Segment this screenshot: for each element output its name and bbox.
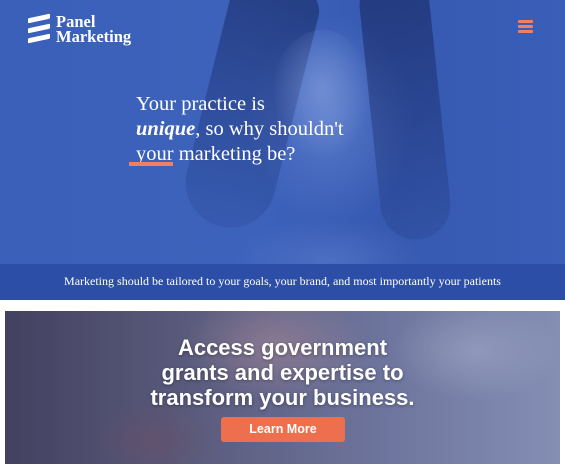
logo-line-2: Marketing [56, 27, 132, 46]
logo-wordmark: Panel Marketing [56, 13, 132, 46]
headline-emphasis: unique [136, 118, 196, 140]
headline-line-2: unique, so why shouldn't [136, 117, 396, 142]
headline-accent-underline [129, 162, 173, 166]
promo-banner: Access government grants and expertise t… [5, 311, 560, 464]
learn-more-button[interactable]: Learn More [221, 417, 345, 442]
headline-line-3: your marketing be? [136, 143, 296, 165]
promo-heading-line-2: grants and expertise to [161, 360, 404, 385]
hamburger-menu-icon[interactable] [518, 19, 534, 33]
logo-mark-icon [28, 13, 52, 44]
promo-heading: Access government grants and expertise t… [5, 335, 560, 410]
headline-line-2-rest: , so why shouldn't [195, 118, 344, 140]
hero-section: Panel Marketing Your practice is unique,… [0, 0, 565, 264]
headline-line-1: Your practice is [136, 93, 265, 115]
tagline-bar: Marketing should be tailored to your goa… [0, 264, 565, 300]
promo-heading-line-3: transform your business. [150, 385, 415, 410]
hero-headline: Your practice is unique, so why shouldn'… [136, 92, 396, 167]
promo-heading-line-1: Access government [177, 335, 388, 360]
brand-logo[interactable]: Panel Marketing [28, 13, 132, 46]
